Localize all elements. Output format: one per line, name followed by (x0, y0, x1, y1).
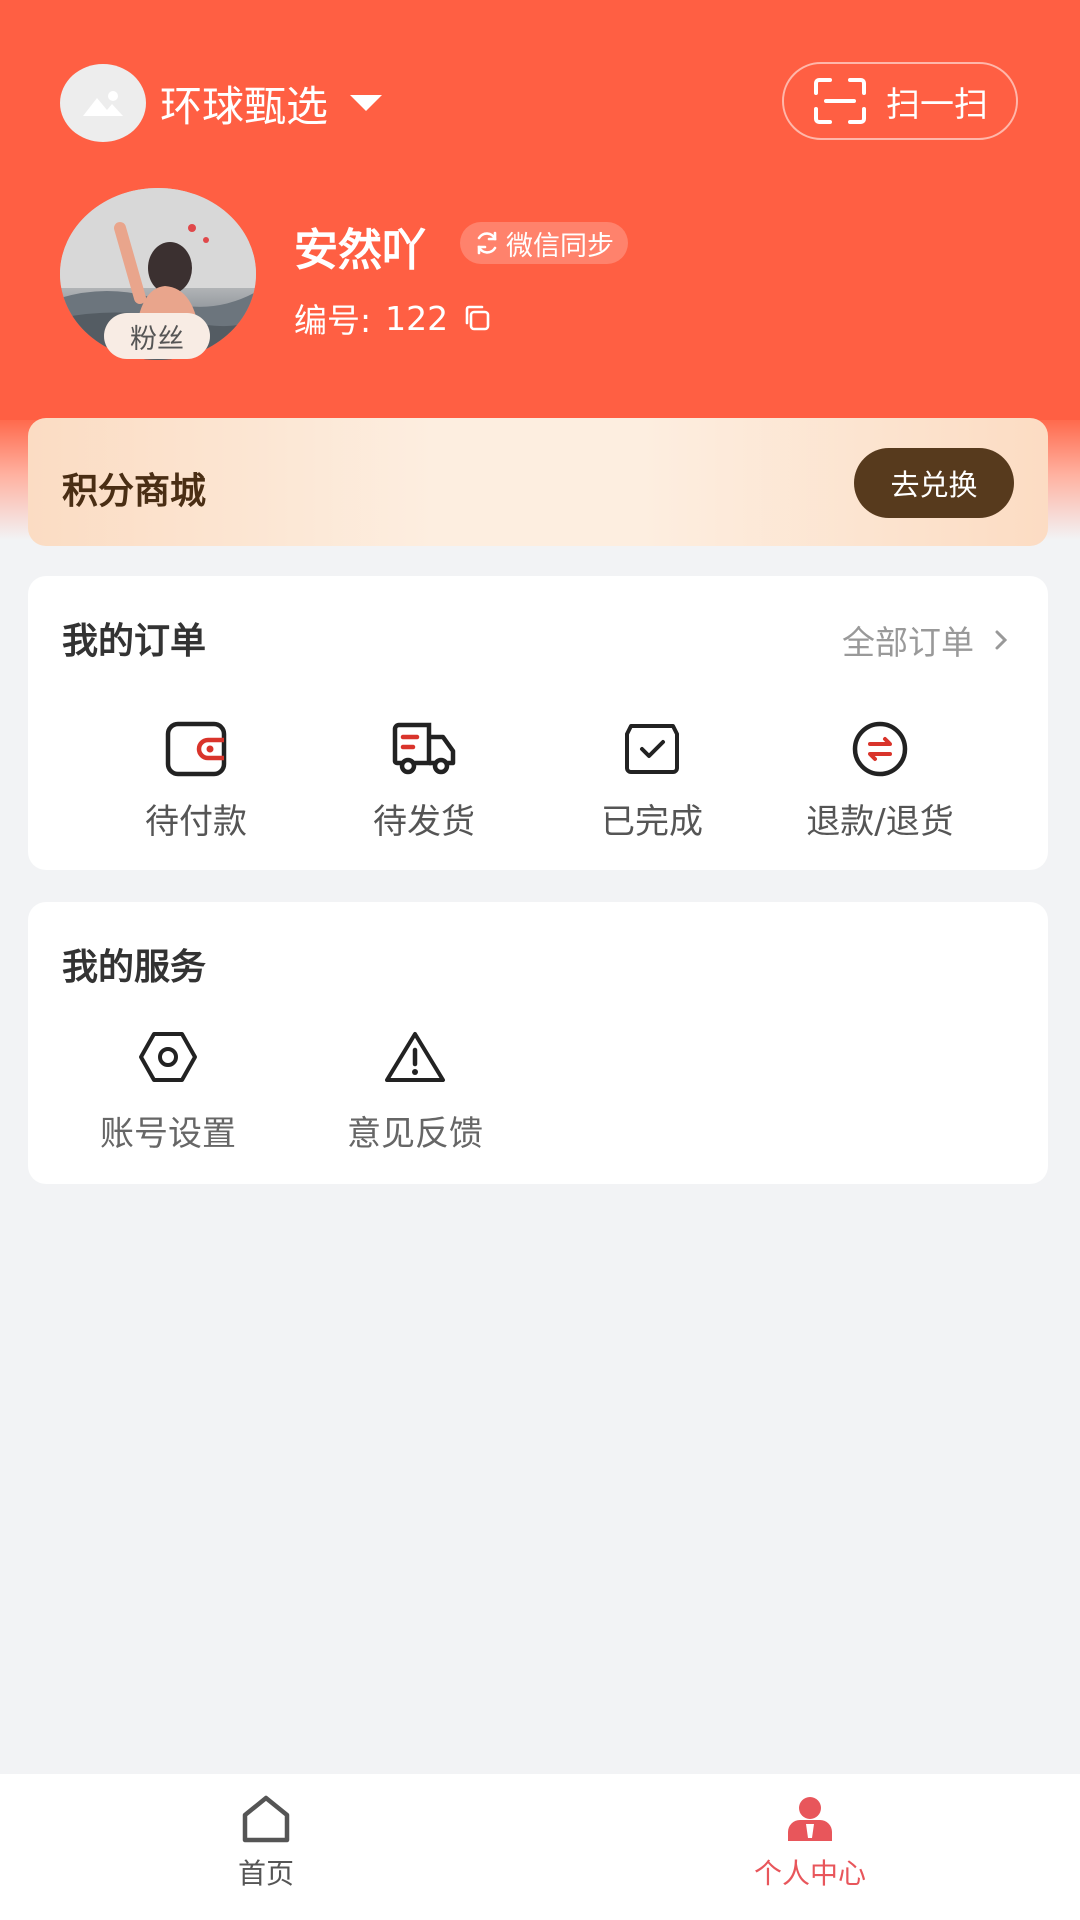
account-settings-label: 账号设置 (100, 1114, 236, 1154)
points-mall-title: 积分商城 (62, 471, 207, 512)
shop-switcher[interactable]: 环球甄选 (60, 64, 383, 142)
scan-button[interactable]: 扫一扫 (782, 62, 1018, 140)
wechat-sync-button[interactable]: 微信同步 (460, 222, 628, 264)
completed-box-icon (625, 724, 679, 774)
copy-icon[interactable] (462, 303, 492, 333)
member-id-row: 编号: 122 (294, 294, 492, 342)
fans-badge: 粉丝 (104, 313, 210, 359)
feedback-entry[interactable]: 意见反馈 (315, 1024, 515, 1155)
redeem-button[interactable]: 去兑换 (854, 448, 1014, 518)
order-refund-return-label: 退款/退货 (806, 802, 954, 842)
order-pending-payment-label: 待付款 (145, 802, 247, 842)
all-orders-label: 全部订单 (842, 623, 974, 662)
scan-icon (814, 78, 866, 124)
warning-triangle-icon (385, 1032, 445, 1082)
all-orders-link[interactable]: 全部订单 (842, 616, 1008, 664)
order-refund-return[interactable]: 退款/退货 (780, 716, 980, 843)
home-icon (242, 1795, 290, 1843)
delivery-truck-icon (392, 722, 456, 775)
order-pending-shipment-label: 待发货 (373, 802, 475, 842)
account-settings-entry[interactable]: 账号设置 (68, 1024, 268, 1155)
order-completed[interactable]: 已完成 (552, 716, 752, 843)
settings-hexagon-icon (139, 1032, 197, 1082)
tab-profile-center-label: 个人中心 (753, 1857, 866, 1890)
caret-down-icon (350, 95, 383, 111)
chevron-right-icon (995, 630, 1008, 650)
my-services-title: 我的服务 (62, 947, 207, 988)
shop-name: 环球甄选 (160, 81, 329, 131)
order-pending-payment[interactable]: 待付款 (96, 716, 296, 843)
wechat-sync-label: 微信同步 (506, 230, 614, 262)
order-pending-shipment[interactable]: 待发货 (324, 716, 524, 843)
user-icon (788, 1797, 832, 1841)
scan-label: 扫一扫 (886, 84, 988, 125)
refresh-icon (477, 231, 497, 255)
shop-logo-placeholder-icon (60, 64, 146, 142)
member-id-label: 编号: (294, 301, 372, 340)
my-orders-card: 我的订单 全部订单 待付款 待发货 已完成 退款/退货 (28, 576, 1048, 870)
my-orders-title: 我的订单 (62, 621, 207, 662)
member-id-value: 122 (385, 298, 449, 338)
wallet-icon (165, 721, 227, 777)
nickname: 安然吖 (294, 225, 426, 276)
refund-exchange-icon (852, 721, 908, 777)
feedback-label: 意见反馈 (347, 1114, 483, 1154)
tab-home[interactable]: 首页 (156, 1794, 376, 1892)
bottom-tab-bar: 首页 个人中心 (0, 1774, 1080, 1920)
points-mall-card[interactable]: 积分商城 去兑换 (28, 418, 1048, 546)
tab-profile-center[interactable]: 个人中心 (700, 1794, 920, 1892)
tab-home-label: 首页 (237, 1857, 294, 1890)
my-services-card: 我的服务 账号设置 意见反馈 (28, 902, 1048, 1184)
order-completed-label: 已完成 (601, 802, 703, 842)
